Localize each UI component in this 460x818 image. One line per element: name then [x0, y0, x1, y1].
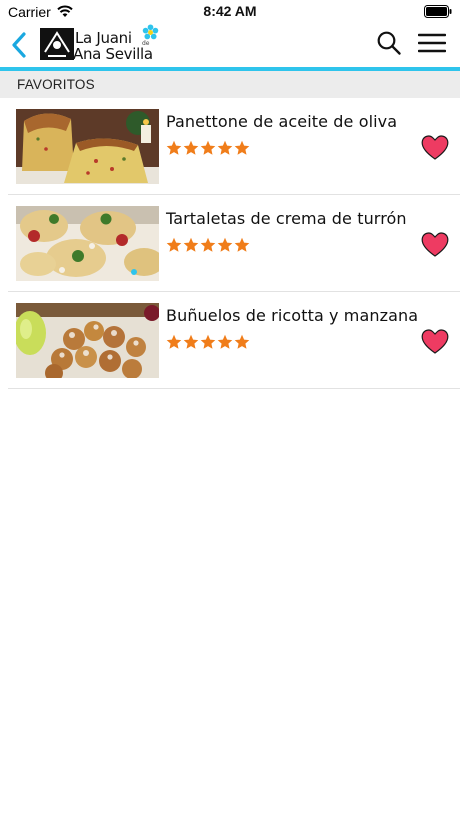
logo-mark-icon: [40, 28, 74, 60]
menu-button[interactable]: [417, 32, 447, 54]
star-icon: [200, 334, 216, 349]
favorite-button[interactable]: [420, 328, 450, 355]
section-title: FAVORITOS: [17, 77, 95, 92]
star-icon: [217, 140, 233, 155]
recipe-thumbnail[interactable]: [16, 303, 159, 378]
recipe-title: Panettone de aceite de oliva: [166, 112, 398, 131]
rating-stars: [166, 237, 250, 255]
heart-icon: [421, 232, 449, 257]
logo-de: de: [142, 40, 150, 47]
search-icon: [377, 31, 401, 55]
star-icon: [183, 140, 199, 155]
recipe-row[interactable]: Panettone de aceite de oliva: [0, 98, 460, 195]
favorite-button[interactable]: [420, 134, 450, 161]
star-icon: [200, 140, 216, 155]
star-icon: [217, 237, 233, 252]
back-button[interactable]: [6, 28, 32, 62]
favorite-button[interactable]: [420, 231, 450, 258]
status-bar: Carrier 8:42 AM: [0, 0, 460, 24]
search-button[interactable]: [376, 30, 402, 56]
star-icon: [234, 334, 250, 349]
recipe-thumbnail[interactable]: [16, 206, 159, 281]
recipe-thumbnail[interactable]: [16, 109, 159, 184]
star-icon: [166, 334, 182, 349]
hamburger-menu-icon: [417, 33, 447, 53]
rating-stars: [166, 140, 250, 158]
navigation-bar: La Juani Ana Sevilla de: [0, 24, 460, 68]
battery-icon: [424, 5, 452, 18]
star-icon: [234, 237, 250, 252]
row-divider: [8, 388, 460, 389]
recipe-title: Tartaletas de crema de turrón: [166, 209, 407, 228]
clock: 8:42 AM: [203, 3, 257, 19]
star-icon: [166, 237, 182, 252]
heart-icon: [421, 135, 449, 160]
heart-icon: [421, 329, 449, 354]
flower-icon: [142, 24, 159, 40]
section-header: FAVORITOS: [0, 71, 460, 98]
app-logo: La Juani Ana Sevilla de: [40, 24, 162, 64]
star-icon: [183, 334, 199, 349]
favorites-list: Panettone de aceite de oliva Tartaletas …: [0, 98, 460, 389]
logo-line2: Ana Sevilla: [73, 45, 153, 63]
recipe-row[interactable]: Buñuelos de ricotta y manzana: [0, 292, 460, 389]
star-icon: [183, 237, 199, 252]
star-icon: [166, 140, 182, 155]
back-chevron-icon: [12, 32, 26, 58]
star-icon: [200, 237, 216, 252]
recipe-row[interactable]: Tartaletas de crema de turrón: [0, 195, 460, 292]
rating-stars: [166, 334, 250, 352]
star-icon: [217, 334, 233, 349]
recipe-title: Buñuelos de ricotta y manzana: [166, 306, 419, 325]
star-icon: [234, 140, 250, 155]
